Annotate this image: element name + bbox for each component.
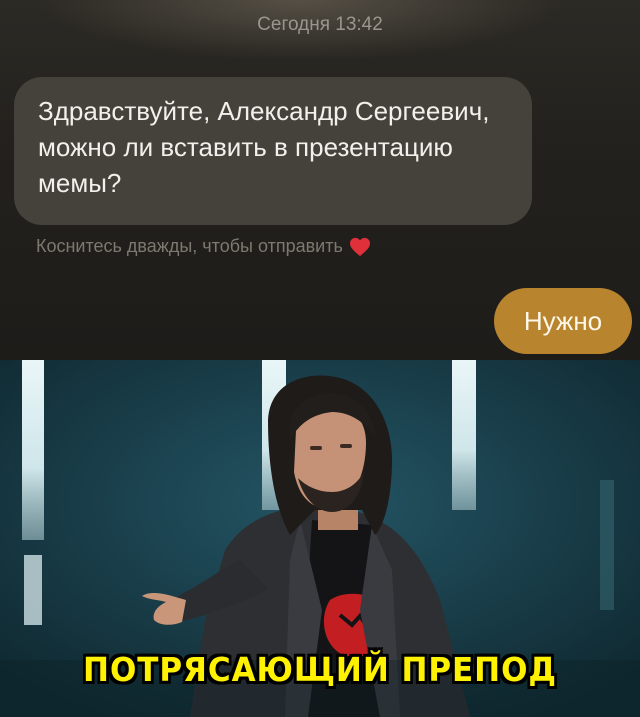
chat-screenshot: Сегодня 13:42 Здравствуйте, Александр Се… xyxy=(0,0,640,360)
meme-caption: ПОТРЯСАЮЩИЙ ПРЕПОД xyxy=(83,650,557,689)
incoming-message-bubble[interactable]: Здравствуйте, Александр Сергеевич, можно… xyxy=(14,77,532,225)
double-tap-hint[interactable]: Коснитесь дважды, чтобы отправить xyxy=(36,236,371,257)
meme-photo: ПОТРЯСАЮЩИЙ ПРЕПОД xyxy=(0,360,640,717)
message-timestamp: Сегодня 13:42 xyxy=(257,14,383,35)
heart-icon[interactable] xyxy=(349,237,371,257)
outgoing-message-bubble[interactable]: Нужно xyxy=(494,288,632,354)
double-tap-hint-text: Коснитесь дважды, чтобы отправить xyxy=(36,236,343,256)
